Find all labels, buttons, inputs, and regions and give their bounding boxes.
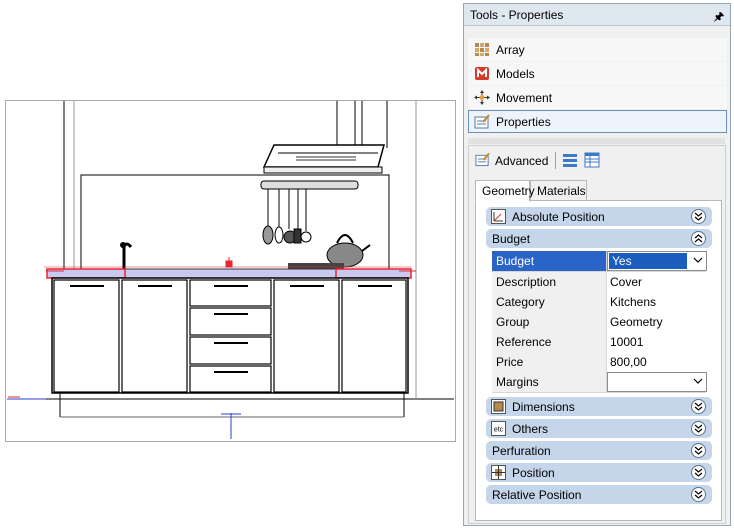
chevron-down-icon[interactable] — [693, 255, 703, 265]
group-label: Relative Position — [492, 488, 582, 502]
group-budget[interactable]: Budget — [486, 229, 712, 248]
prop-row-category[interactable]: Category Kitchens — [492, 292, 706, 313]
prop-value[interactable]: 800,00 — [610, 355, 647, 369]
group-label: Absolute Position — [512, 210, 605, 224]
tool-label: Movement — [496, 91, 553, 105]
viewport-3d[interactable] — [5, 100, 456, 442]
prop-value[interactable]: Cover — [610, 275, 642, 289]
prop-key: Margins — [496, 375, 539, 389]
expand-icon[interactable] — [691, 487, 706, 502]
group-absolute-position[interactable]: Absolute Position — [486, 207, 712, 226]
expand-icon[interactable] — [691, 465, 706, 480]
group-position[interactable]: Position — [486, 463, 712, 482]
prop-row-budget[interactable]: Budget Yes — [492, 251, 707, 272]
prop-row-group[interactable]: Group Geometry — [492, 312, 706, 333]
advanced-label[interactable]: Advanced — [495, 154, 548, 168]
tab-label: Materials — [537, 184, 586, 198]
pin-icon[interactable]: 🖈︎ — [714, 8, 724, 27]
tool-properties[interactable]: Properties — [468, 110, 727, 133]
prop-value: Yes — [612, 254, 632, 268]
group-dimensions[interactable]: Dimensions — [486, 397, 712, 416]
chevron-down-icon[interactable] — [693, 376, 703, 386]
prop-key: Group — [496, 315, 530, 329]
properties-icon — [475, 152, 490, 167]
group-label: Position — [512, 466, 555, 480]
prop-value[interactable]: 10001 — [610, 335, 643, 349]
group-label: Dimensions — [512, 400, 575, 414]
prop-key: Reference — [496, 335, 552, 349]
kitchen-drawing — [7, 101, 454, 439]
group-others[interactable]: etc Others — [486, 419, 712, 438]
prop-row-description[interactable]: Description Cover — [492, 272, 706, 293]
advanced-toolbar: Advanced — [469, 146, 725, 174]
collapse-icon[interactable] — [691, 231, 706, 246]
axes-icon — [491, 209, 506, 224]
prop-key: Budget — [496, 254, 535, 268]
prop-value[interactable]: Geometry — [610, 315, 663, 329]
panel-separator — [468, 138, 725, 144]
prop-key: Price — [496, 355, 524, 369]
expand-icon[interactable] — [691, 421, 706, 436]
grid-view-icon[interactable] — [584, 152, 600, 168]
tool-movement[interactable]: Movement — [468, 86, 727, 109]
tool-label: Array — [496, 43, 525, 57]
prop-key: Category — [496, 295, 545, 309]
prop-row-margins[interactable]: Margins — [492, 372, 707, 393]
tab-geometry[interactable]: Geometry — [475, 180, 535, 202]
others-icon: etc — [491, 421, 506, 436]
group-relative-position[interactable]: Relative Position — [486, 485, 712, 504]
properties-icon — [474, 114, 490, 129]
tool-label: Properties — [496, 115, 551, 129]
position-icon — [491, 465, 506, 480]
panel-title-bar: Tools - Properties 🖈︎ — [464, 4, 730, 26]
tool-array[interactable]: Array — [468, 38, 727, 61]
tool-label: Models — [496, 67, 535, 81]
prop-row-price[interactable]: Price 800,00 — [492, 352, 706, 373]
expand-icon[interactable] — [691, 209, 706, 224]
budget-select[interactable]: Yes — [607, 251, 707, 271]
panel-title: Tools - Properties — [470, 8, 564, 22]
tools-properties-panel: Tools - Properties 🖈︎ Array Models Movem… — [463, 3, 731, 526]
expand-icon[interactable] — [691, 443, 706, 458]
svg-text:etc: etc — [494, 427, 504, 434]
array-icon — [475, 43, 489, 56]
prop-row-reference[interactable]: Reference 10001 — [492, 332, 706, 353]
prop-value[interactable]: Kitchens — [610, 295, 656, 309]
models-icon — [475, 67, 489, 80]
tab-materials[interactable]: Materials — [530, 180, 587, 201]
group-perfuration[interactable]: Perfuration — [486, 441, 712, 460]
margins-select[interactable] — [607, 372, 707, 392]
group-label: Others — [512, 422, 549, 436]
tool-models[interactable]: Models — [468, 62, 727, 85]
group-label: Perfuration — [492, 444, 551, 458]
geometry-tab-body: Absolute Position Budget Budget Yes Desc… — [475, 200, 722, 521]
tab-label: Geometry — [482, 184, 535, 198]
properties-subpanel: Advanced Geometry Materials Absolute Pos… — [468, 145, 726, 524]
categorized-view-icon[interactable] — [562, 152, 578, 168]
expand-icon[interactable] — [691, 399, 706, 414]
prop-key: Description — [496, 275, 557, 289]
group-label: Budget — [492, 232, 531, 246]
dimensions-icon — [491, 399, 506, 414]
toolbar-divider — [555, 152, 556, 169]
movement-icon — [474, 90, 490, 105]
